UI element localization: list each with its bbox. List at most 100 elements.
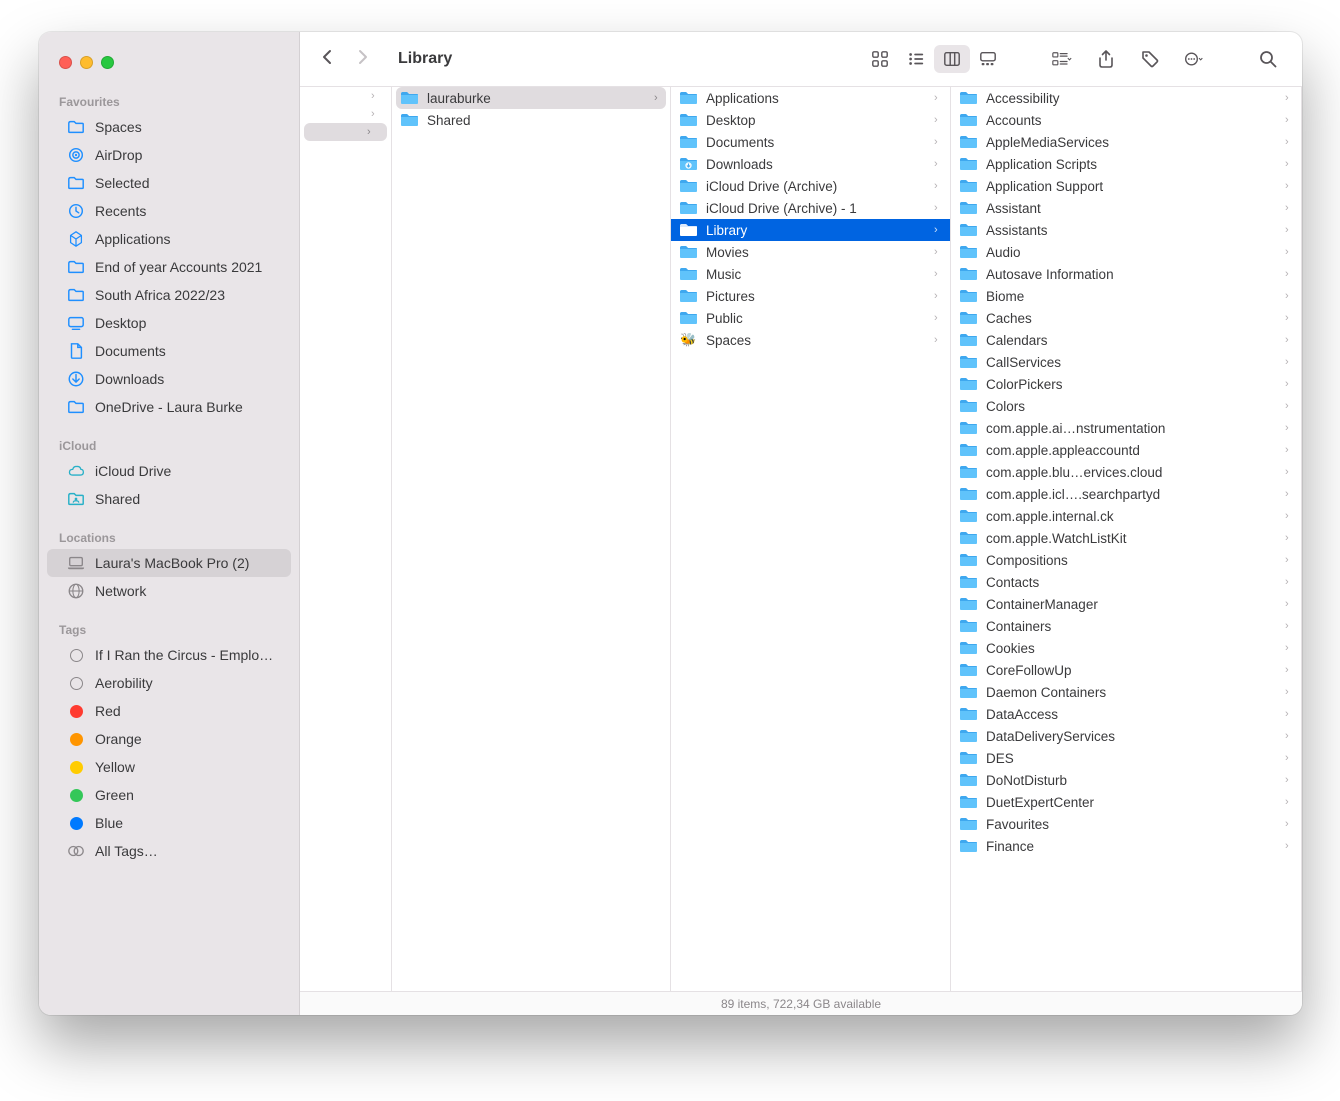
file-label: Music bbox=[706, 267, 926, 282]
file-row[interactable]: Autosave Information› bbox=[951, 263, 1301, 285]
view-list-button[interactable] bbox=[898, 45, 934, 73]
file-row[interactable]: DataAccess› bbox=[951, 703, 1301, 725]
file-row[interactable]: Shared bbox=[392, 109, 670, 131]
group-button[interactable] bbox=[1044, 45, 1080, 73]
file-row[interactable]: 🐝Spaces› bbox=[671, 329, 950, 351]
file-row[interactable]: Containers› bbox=[951, 615, 1301, 637]
file-row[interactable]: ColorPickers› bbox=[951, 373, 1301, 395]
folder-icon bbox=[679, 288, 698, 304]
view-gallery-button[interactable] bbox=[970, 45, 1006, 73]
file-row[interactable]: Application Support› bbox=[951, 175, 1301, 197]
file-row[interactable]: DES› bbox=[951, 747, 1301, 769]
file-row[interactable]: com.apple.ai…nstrumentation› bbox=[951, 417, 1301, 439]
sidebar-item[interactable]: Shared bbox=[47, 485, 291, 513]
file-row[interactable]: Audio› bbox=[951, 241, 1301, 263]
file-row[interactable]: Movies› bbox=[671, 241, 950, 263]
file-row[interactable]: Applications› bbox=[671, 87, 950, 109]
zoom-button[interactable] bbox=[101, 56, 114, 69]
sidebar-item[interactable]: Spaces bbox=[47, 113, 291, 141]
sidebar-item[interactable]: South Africa 2022/23 bbox=[47, 281, 291, 309]
file-row[interactable]: Accounts› bbox=[951, 109, 1301, 131]
file-row[interactable]: iCloud Drive (Archive)› bbox=[671, 175, 950, 197]
downloadfolder-icon bbox=[679, 156, 698, 172]
file-row[interactable]: Daemon Containers› bbox=[951, 681, 1301, 703]
file-row[interactable]: Favourites› bbox=[951, 813, 1301, 835]
sidebar-item[interactable]: Aerobility bbox=[47, 669, 291, 697]
file-row[interactable]: com.apple.appleaccountd› bbox=[951, 439, 1301, 461]
file-row[interactable]: Accessibility› bbox=[951, 87, 1301, 109]
column-placeholder-row[interactable]: › bbox=[304, 123, 387, 141]
file-row[interactable]: ContainerManager› bbox=[951, 593, 1301, 615]
file-row[interactable]: Contacts› bbox=[951, 571, 1301, 593]
view-columns-button[interactable] bbox=[934, 45, 970, 73]
file-label: Accessibility bbox=[986, 91, 1277, 106]
file-row[interactable]: Documents› bbox=[671, 131, 950, 153]
chevron-right-icon: › bbox=[1285, 664, 1293, 676]
sidebar-item[interactable]: Orange bbox=[47, 725, 291, 753]
file-row[interactable]: AppleMediaServices› bbox=[951, 131, 1301, 153]
file-row[interactable]: Library› bbox=[671, 219, 950, 241]
sidebar-item[interactable]: Selected bbox=[47, 169, 291, 197]
file-row[interactable]: Downloads› bbox=[671, 153, 950, 175]
sidebar-item[interactable]: Yellow bbox=[47, 753, 291, 781]
sidebar-item[interactable]: Green bbox=[47, 781, 291, 809]
sidebar-item[interactable]: Applications bbox=[47, 225, 291, 253]
globe-icon bbox=[67, 582, 85, 600]
share-button[interactable] bbox=[1088, 45, 1124, 73]
file-row[interactable]: Colors› bbox=[951, 395, 1301, 417]
file-row[interactable]: Music› bbox=[671, 263, 950, 285]
sidebar-item[interactable]: Network bbox=[47, 577, 291, 605]
file-row[interactable]: CallServices› bbox=[951, 351, 1301, 373]
sidebar-item[interactable]: iCloud Drive bbox=[47, 457, 291, 485]
file-row[interactable]: Assistant› bbox=[951, 197, 1301, 219]
file-label: DoNotDisturb bbox=[986, 773, 1277, 788]
forward-button[interactable] bbox=[354, 49, 370, 70]
file-row[interactable]: Pictures› bbox=[671, 285, 950, 307]
file-row[interactable]: Caches› bbox=[951, 307, 1301, 329]
file-row[interactable]: Compositions› bbox=[951, 549, 1301, 571]
file-row[interactable]: com.apple.WatchListKit› bbox=[951, 527, 1301, 549]
file-row[interactable]: CoreFollowUp› bbox=[951, 659, 1301, 681]
minimize-button[interactable] bbox=[80, 56, 93, 69]
file-row[interactable]: com.apple.internal.ck› bbox=[951, 505, 1301, 527]
sidebar-item-label: Spaces bbox=[95, 119, 142, 135]
search-button[interactable] bbox=[1250, 45, 1286, 73]
sidebar-item[interactable]: Laura's MacBook Pro (2) bbox=[47, 549, 291, 577]
back-button[interactable] bbox=[320, 49, 336, 70]
file-row[interactable]: com.apple.icl….searchpartyd› bbox=[951, 483, 1301, 505]
sidebar-item[interactable]: Red bbox=[47, 697, 291, 725]
file-row[interactable]: Public› bbox=[671, 307, 950, 329]
column-placeholder-row[interactable]: › bbox=[300, 105, 391, 123]
chevron-right-icon: › bbox=[934, 136, 942, 148]
sidebar-item[interactable]: Desktop bbox=[47, 309, 291, 337]
file-row[interactable]: Biome› bbox=[951, 285, 1301, 307]
tags-button[interactable] bbox=[1132, 45, 1168, 73]
file-row[interactable]: Finance› bbox=[951, 835, 1301, 857]
file-row[interactable]: Desktop› bbox=[671, 109, 950, 131]
sidebar-item[interactable]: End of year Accounts 2021 bbox=[47, 253, 291, 281]
chevron-right-icon: › bbox=[1285, 158, 1293, 170]
action-button[interactable] bbox=[1176, 45, 1212, 73]
view-icons-button[interactable] bbox=[862, 45, 898, 73]
close-button[interactable] bbox=[59, 56, 72, 69]
sidebar-item[interactable]: Documents bbox=[47, 337, 291, 365]
sidebar-item[interactable]: Blue bbox=[47, 809, 291, 837]
column-placeholder-row[interactable]: › bbox=[300, 87, 391, 105]
file-row[interactable]: com.apple.blu…ervices.cloud› bbox=[951, 461, 1301, 483]
sidebar-item[interactable]: All Tags… bbox=[47, 837, 291, 865]
file-row[interactable]: DuetExpertCenter› bbox=[951, 791, 1301, 813]
file-row[interactable]: Calendars› bbox=[951, 329, 1301, 351]
sidebar-item[interactable]: If I Ran the Circus - Emplo… bbox=[47, 641, 291, 669]
file-row[interactable]: Cookies› bbox=[951, 637, 1301, 659]
file-row[interactable]: Application Scripts› bbox=[951, 153, 1301, 175]
sidebar-item[interactable]: Recents bbox=[47, 197, 291, 225]
file-row[interactable]: iCloud Drive (Archive) - 1› bbox=[671, 197, 950, 219]
sidebar-item[interactable]: Downloads bbox=[47, 365, 291, 393]
chevron-right-icon: › bbox=[1285, 774, 1293, 786]
file-row[interactable]: Assistants› bbox=[951, 219, 1301, 241]
sidebar-item[interactable]: AirDrop bbox=[47, 141, 291, 169]
file-row[interactable]: DataDeliveryServices› bbox=[951, 725, 1301, 747]
sidebar-item[interactable]: OneDrive - Laura Burke bbox=[47, 393, 291, 421]
file-row[interactable]: DoNotDisturb › bbox=[951, 769, 1301, 791]
file-row[interactable]: lauraburke› bbox=[396, 87, 666, 109]
